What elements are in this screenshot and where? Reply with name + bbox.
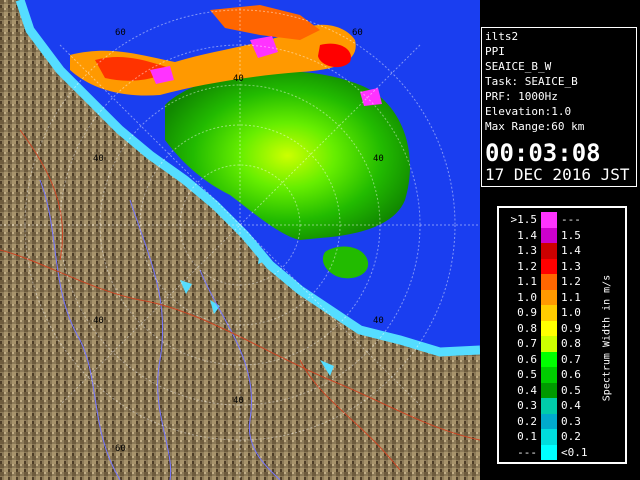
legend-row-lower-label: 1.3 (517, 244, 537, 257)
legend-color-swatch (541, 227, 557, 243)
legend-row-lower-label: 0.5 (517, 368, 537, 381)
ring-label-se-40: 40 (373, 316, 384, 326)
task-name: Task: SEAICE_B (485, 75, 578, 88)
legend-row-upper-label: 0.3 (561, 414, 581, 428)
legend-row: 0.4 0.5 (499, 382, 609, 398)
legend-row: 1.4 1.5 (499, 227, 609, 243)
legend-row-upper-label: <0.1 (561, 445, 588, 459)
legend-row-upper-label: 1.3 (561, 259, 581, 273)
legend-row-lower-label: 0.6 (517, 352, 537, 366)
legend-color-swatch (541, 351, 557, 367)
legend-color-swatch (541, 336, 557, 352)
legend-row: 0.6 0.7 (499, 351, 609, 367)
ring-label-south-40: 40 (233, 396, 244, 406)
legend-row-upper-label: 0.8 (561, 337, 581, 350)
legend-color-swatch (541, 429, 557, 445)
legend-color-swatch (541, 382, 557, 398)
legend-row-lower-label: 0.8 (517, 321, 537, 335)
ring-label-s-60: 60 (115, 444, 126, 454)
legend-row-lower-label: 0.2 (517, 414, 537, 428)
legend-row: 1.3 1.4 (499, 243, 609, 259)
legend-color-swatch (541, 289, 557, 305)
legend-row-lower-label: 1.2 (517, 259, 537, 273)
ring-label-ne-60: 60 (352, 28, 363, 38)
legend-row-lower-label: --- (517, 445, 537, 459)
legend-row-lower-label: 1.1 (517, 275, 537, 288)
legend-row-lower-label: 0.7 (517, 337, 537, 350)
legend-color-swatch (541, 243, 557, 259)
legend-row: 1.1 1.2 (499, 274, 609, 290)
legend-row-lower-label: 0.9 (517, 306, 537, 319)
legend-row: 0.8 0.9 (499, 320, 609, 336)
legend-color-swatch (541, 444, 557, 460)
legend-row: 1.2 1.3 (499, 258, 609, 274)
legend-color-swatch (541, 274, 557, 290)
color-scale-legend: >1.5 --- 1.4 1.5 1.3 1.4 1.2 1.3 1.1 1.2 1.0 1.1 0.9… (497, 206, 627, 464)
legend-color-swatch (541, 305, 557, 321)
site-name: ilts2 (485, 30, 519, 43)
legend-row: --- <0.1 (499, 444, 609, 460)
ring-label-east-40: 40 (373, 154, 384, 164)
legend-color-swatch (541, 258, 557, 274)
legend-row-upper-label: 0.2 (561, 430, 581, 443)
ring-label-north-40: 40 (233, 74, 244, 84)
radar-ppi-display[interactable]: 40 40 40 40 40 40 60 60 60 (0, 0, 480, 480)
scan-time: 00:03:08 (485, 139, 601, 167)
legend-color-swatch (541, 367, 557, 383)
legend-row-upper-label: --- (561, 213, 581, 226)
ring-label-west-40: 40 (93, 154, 104, 164)
legend-row-upper-label: 0.7 (561, 352, 581, 366)
legend-row: >1.5 --- (499, 212, 609, 228)
legend-row-upper-label: 0.5 (561, 383, 581, 397)
legend-row-lower-label: 1.0 (517, 290, 537, 304)
max-range-value: Max Range:60 km (485, 120, 585, 133)
scan-mode: PPI (485, 45, 505, 58)
legend-row-upper-label: 1.0 (561, 306, 581, 319)
ring-label-nw-60: 60 (115, 28, 126, 38)
legend-row-lower-label: 1.4 (517, 228, 537, 242)
scan-date: 17 DEC 2016 JST (485, 165, 630, 184)
legend-row-upper-label: 1.5 (561, 228, 581, 242)
legend-unit-label: Spectrum Width in m/s (601, 274, 613, 402)
legend-row: 0.9 1.0 (499, 305, 609, 321)
legend-color-swatch (541, 320, 557, 336)
legend-row-lower-label: 0.1 (517, 430, 537, 443)
legend-row: 1.0 1.1 (499, 289, 609, 305)
legend-row: 0.2 0.3 (499, 413, 609, 429)
legend-row-lower-label: >1.5 (510, 213, 538, 226)
prf-value: PRF: 1000Hz (485, 90, 558, 103)
elevation-value: Elevation:1.0 (485, 105, 572, 118)
legend-row-upper-label: 0.4 (561, 399, 581, 412)
legend-row-upper-label: 0.9 (561, 321, 581, 335)
legend-row: 0.1 0.2 (499, 429, 609, 445)
legend-color-swatch (541, 413, 557, 429)
ring-label-sw-40: 40 (93, 316, 104, 326)
legend-row: 0.5 0.6 (499, 367, 609, 383)
product-name: SEAICE_B_W (485, 60, 552, 73)
legend-row: 0.3 0.4 (499, 398, 609, 414)
legend-color-swatch (541, 398, 557, 414)
legend-row-upper-label: 1.4 (561, 244, 581, 257)
legend-row-upper-label: 0.6 (561, 368, 581, 381)
legend-row-upper-label: 1.2 (561, 275, 581, 288)
legend-row-upper-label: 1.1 (561, 290, 581, 304)
legend-row-lower-label: 0.3 (517, 399, 537, 412)
legend-color-swatch (541, 212, 557, 228)
scan-info-panel: ilts2 PPI SEAICE_B_W Task: SEAICE_B PRF:… (481, 27, 637, 187)
legend-row: 0.7 0.8 (499, 336, 609, 352)
legend-row-lower-label: 0.4 (517, 383, 537, 397)
